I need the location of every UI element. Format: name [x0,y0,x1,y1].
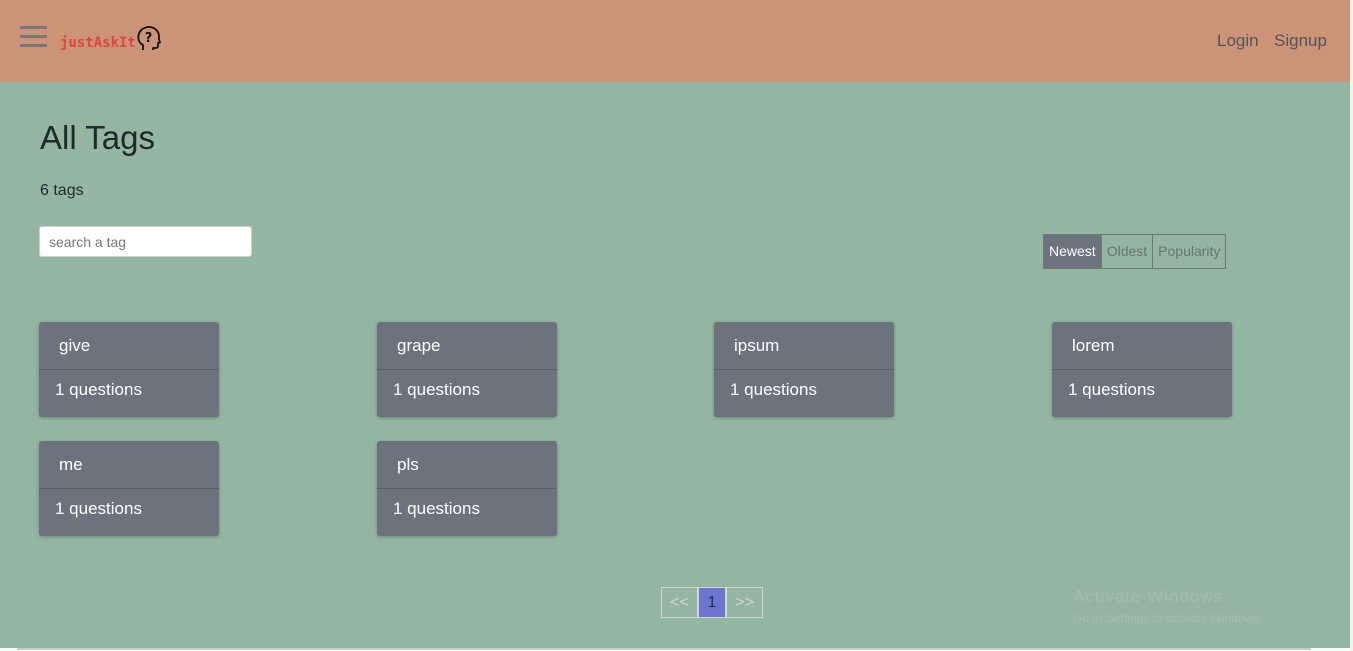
horizontal-scrollbar[interactable] [17,648,1311,650]
tag-name[interactable]: lorem [1052,322,1232,370]
pagination: << 1 >> [661,587,763,618]
login-link[interactable]: Login [1217,31,1259,51]
tag-card[interactable]: grape 1 questions [377,322,557,417]
tag-question-count: 1 questions [1068,380,1155,399]
current-page-button[interactable]: 1 [698,587,726,618]
sort-oldest-button[interactable]: Oldest [1100,235,1152,268]
sort-newest-button[interactable]: Newest [1044,235,1101,268]
tag-name[interactable]: pls [377,441,557,489]
tag-name[interactable]: me [39,441,219,489]
sort-button-group: Newest Oldest Popularity [1043,234,1227,269]
tag-name[interactable]: give [39,322,219,370]
sort-popularity-button[interactable]: Popularity [1152,235,1225,268]
search-tag-input[interactable] [39,226,252,257]
watermark-title: Activate Windows [1073,587,1224,606]
page-title: All Tags [40,119,155,156]
watermark-subtitle: Go to Settings to activate Windows. [1073,611,1263,625]
tag-card[interactable]: ipsum 1 questions [714,322,894,417]
tag-question-count: 1 questions [55,380,142,399]
previous-page-button[interactable]: << [661,587,698,618]
tag-question-count: 1 questions [393,380,480,399]
main-content: All Tags 6 tags Newest Oldest Popularity… [0,82,1350,648]
tag-question-count: 1 questions [393,499,480,518]
tag-question-count: 1 questions [55,499,142,518]
activate-windows-watermark: Activate Windows Go to Settings to activ… [1073,587,1262,625]
brand-logo[interactable]: justAskIt ? [60,26,161,52]
tag-count: 6 tags [40,182,84,199]
tag-card[interactable]: lorem 1 questions [1052,322,1232,417]
tag-question-count: 1 questions [730,380,817,399]
thinking-head-icon: ? [137,26,161,50]
navbar: justAskIt ? Login Signup [0,0,1350,82]
tag-name[interactable]: ipsum [714,322,894,370]
tag-card[interactable]: give 1 questions [39,322,219,417]
signup-link[interactable]: Signup [1274,31,1327,51]
tag-name[interactable]: grape [377,322,557,370]
svg-text:?: ? [145,31,153,46]
tag-card[interactable]: pls 1 questions [377,441,557,536]
tag-card[interactable]: me 1 questions [39,441,219,536]
brand-text: justAskIt [60,35,136,51]
next-page-button[interactable]: >> [726,587,763,618]
menu-icon[interactable] [20,26,48,48]
